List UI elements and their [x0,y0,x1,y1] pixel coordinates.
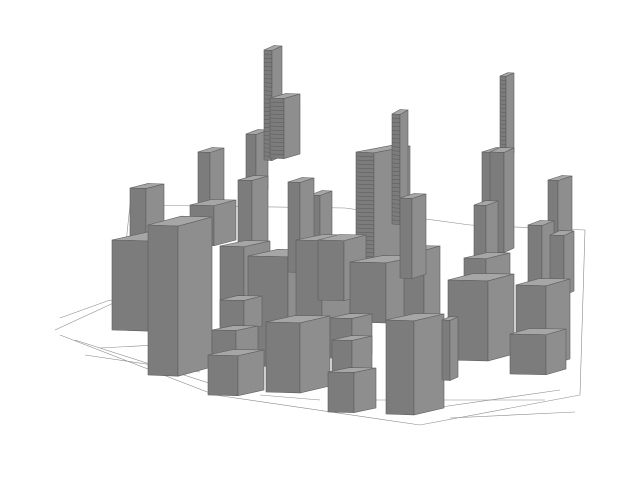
block-right-face [353,367,377,413]
block-left-face [111,239,151,332]
tower-block [399,193,427,279]
block-left-face [317,239,345,302]
block-right-face [213,199,237,247]
tower-block [499,72,515,157]
block-left-face [327,371,355,413]
tower-block [237,175,269,251]
block-left-face [237,179,253,251]
block-right-face [237,349,265,397]
city-render [54,45,586,426]
block-left-face [509,333,547,376]
tower-block [207,349,265,397]
block-left-face [197,151,211,208]
block-right-face [177,216,213,377]
tower-block [147,215,213,377]
block-right-face [423,245,441,321]
tower-block [219,295,263,331]
block-left-face [129,187,147,239]
ground-grid-line [59,299,111,319]
block-left-face [269,97,285,159]
block-right-face [545,328,567,376]
block-right-face [449,316,459,381]
block-right-face [503,147,515,253]
block-right-face [413,313,445,416]
tower-block [197,147,225,208]
ground-grid-line [259,394,321,401]
block-left-face [399,197,413,279]
block-right-face [251,175,269,251]
ground-grid-line [579,229,586,396]
block-right-face [411,193,427,279]
block-right-face [209,147,225,208]
block-left-face [527,224,543,286]
block-right-face [505,72,515,157]
block-right-face [283,93,301,159]
block-left-face [207,354,239,397]
block-left-face [441,319,451,381]
block-left-face [385,319,415,416]
tower-block [509,328,567,376]
tower-block [265,315,331,394]
block-right-face [243,295,263,331]
tower-block [327,367,377,413]
ground-grid-line [54,299,121,331]
block-left-face [265,321,301,394]
city-towers [111,45,575,416]
tower-block [269,93,301,159]
ground-grid-line [449,411,576,419]
tower-block [441,316,459,381]
block-right-face [299,315,331,394]
tower-block [385,313,445,416]
block-left-face [147,224,179,377]
